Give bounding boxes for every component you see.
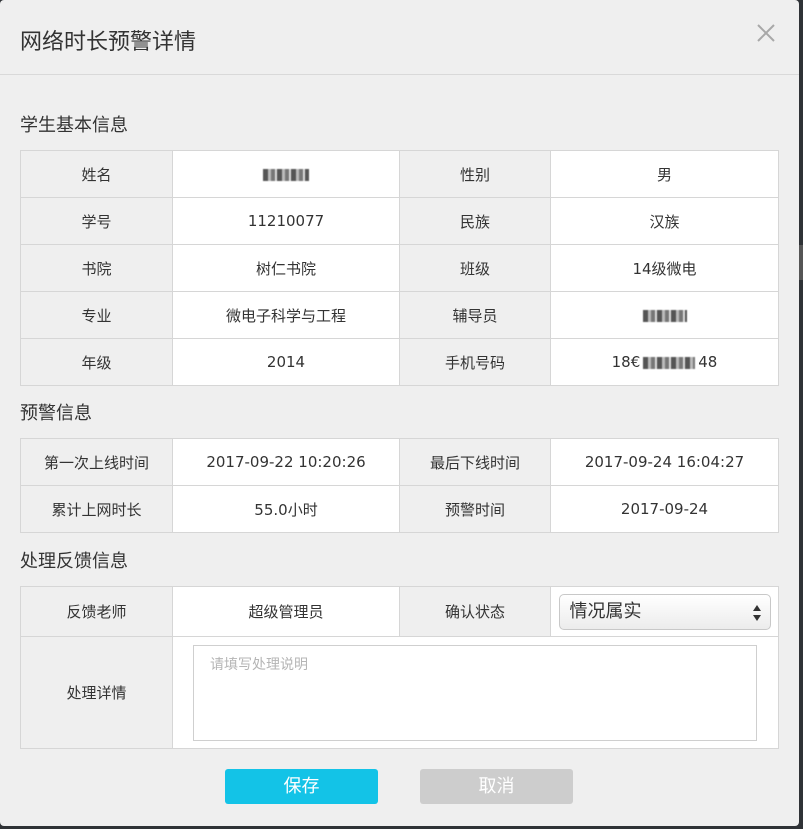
class-label: 班级 xyxy=(399,244,551,292)
close-icon[interactable] xyxy=(753,20,779,46)
warning-time-value: 2017-09-24 xyxy=(550,485,779,533)
detail-cell: 请填写处理说明 xyxy=(172,636,779,749)
total-duration-value: 55.0小时 xyxy=(172,485,400,533)
college-label: 书院 xyxy=(20,244,173,292)
save-button[interactable]: 保存 xyxy=(225,769,378,804)
cancel-button[interactable]: 取消 xyxy=(420,769,573,804)
counselor-label: 辅导员 xyxy=(399,291,551,339)
gender-value: 男 xyxy=(550,150,779,198)
name-label: 姓名 xyxy=(20,150,173,198)
student-id-value: 11210077 xyxy=(172,197,400,245)
feedback-table: 反馈老师 超级管理员 确认状态 情况属实 处理详情 请填写处理说明 xyxy=(20,586,779,749)
ethnicity-value: 汉族 xyxy=(550,197,779,245)
feedback-section-title: 处理反馈信息 xyxy=(20,551,128,572)
table-row: 书院 树仁书院 班级 14级微电 xyxy=(20,244,779,292)
detail-label: 处理详情 xyxy=(20,636,173,749)
grade-value: 2014 xyxy=(172,338,400,386)
table-row: 学号 11210077 民族 汉族 xyxy=(20,197,779,245)
phone-suffix: 48 xyxy=(698,353,718,371)
status-selected-value: 情况属实 xyxy=(569,600,642,622)
student-info-table: 姓名 性别 男 学号 11210077 民族 汉族 书院 树仁书院 班级 14级… xyxy=(20,150,779,386)
teacher-value: 超级管理员 xyxy=(172,586,400,637)
table-row: 反馈老师 超级管理员 确认状态 情况属实 xyxy=(20,586,779,637)
warning-info-table: 第一次上线时间 2017-09-22 10:20:26 最后下线时间 2017-… xyxy=(20,438,779,533)
table-row: 处理详情 请填写处理说明 xyxy=(20,636,779,749)
status-select[interactable]: 情况属实 xyxy=(558,593,771,630)
counselor-value-redacted xyxy=(550,291,779,339)
last-offline-label: 最后下线时间 xyxy=(399,438,551,486)
warning-section-title: 预警信息 xyxy=(20,403,92,424)
gender-label: 性别 xyxy=(399,150,551,198)
detail-textarea[interactable]: 请填写处理说明 xyxy=(193,644,757,741)
page-scroll-tab xyxy=(799,245,803,280)
table-row: 姓名 性别 男 xyxy=(20,150,779,198)
name-value-redacted xyxy=(172,150,400,198)
teacher-label: 反馈老师 xyxy=(20,586,173,637)
first-online-label: 第一次上线时间 xyxy=(20,438,173,486)
phone-value: 18€ 48 xyxy=(550,338,779,386)
phone-label: 手机号码 xyxy=(399,338,551,386)
select-arrows-icon xyxy=(752,604,761,621)
table-row: 累计上网时长 55.0小时 预警时间 2017-09-24 xyxy=(20,485,779,533)
table-row: 专业 微电子科学与工程 辅导员 xyxy=(20,291,779,339)
warning-detail-dialog: 网络时长预警详情 学生基本信息 姓名 性别 男 学号 11210077 民族 汉… xyxy=(0,0,799,826)
major-value: 微电子科学与工程 xyxy=(172,291,400,339)
warning-time-label: 预警时间 xyxy=(399,485,551,533)
dialog-title: 网络时长预警详情 xyxy=(20,30,197,55)
class-value: 14级微电 xyxy=(550,244,779,292)
table-row: 第一次上线时间 2017-09-22 10:20:26 最后下线时间 2017-… xyxy=(20,438,779,486)
student-section-title: 学生基本信息 xyxy=(20,115,128,136)
last-offline-value: 2017-09-24 16:04:27 xyxy=(550,438,779,486)
first-online-value: 2017-09-22 10:20:26 xyxy=(172,438,400,486)
student-id-label: 学号 xyxy=(20,197,173,245)
phone-prefix: 18€ xyxy=(611,353,641,371)
table-row: 年级 2014 手机号码 18€ 48 xyxy=(20,338,779,386)
dialog-header: 网络时长预警详情 xyxy=(0,0,799,75)
status-cell: 情况属实 xyxy=(550,586,779,637)
grade-label: 年级 xyxy=(20,338,173,386)
status-label: 确认状态 xyxy=(399,586,551,637)
total-duration-label: 累计上网时长 xyxy=(20,485,173,533)
college-value: 树仁书院 xyxy=(172,244,400,292)
major-label: 专业 xyxy=(20,291,173,339)
ethnicity-label: 民族 xyxy=(399,197,551,245)
phone-redacted xyxy=(643,356,696,369)
